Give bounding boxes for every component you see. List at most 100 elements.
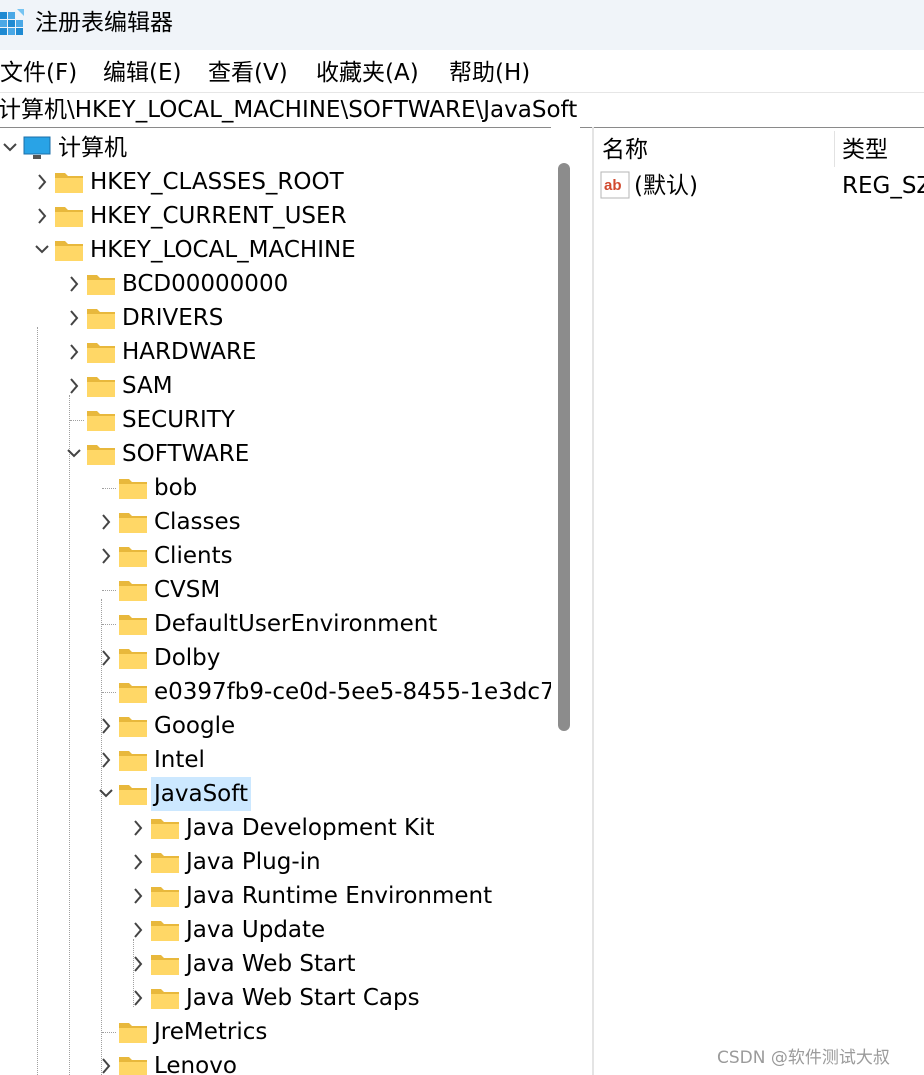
tree-node[interactable]: Java Plug-in <box>0 845 560 879</box>
tree-node-label[interactable]: HKEY_LOCAL_MACHINE <box>87 233 359 267</box>
tree-node-label[interactable]: Java Web Start Caps <box>183 981 423 1015</box>
chevron-right-icon[interactable] <box>128 913 148 947</box>
tree-node[interactable]: Lenovo <box>0 1049 560 1075</box>
folder-icon <box>119 717 147 737</box>
tree-node[interactable]: 计算机 <box>0 131 560 165</box>
tree-node[interactable]: BCD00000000 <box>0 267 560 301</box>
tree-node-label[interactable]: Java Update <box>183 913 328 947</box>
tree-node[interactable]: HKEY_LOCAL_MACHINE <box>0 233 560 267</box>
tree-node-label[interactable]: Google <box>151 709 238 743</box>
tree-node[interactable]: SECURITY <box>0 403 560 437</box>
chevron-right-icon[interactable] <box>64 369 84 403</box>
tree-node[interactable]: Java Runtime Environment <box>0 879 560 913</box>
chevron-right-icon[interactable] <box>128 845 148 879</box>
tree-branch-line <box>70 420 84 421</box>
column-header-name[interactable]: 名称 <box>602 127 648 167</box>
folder-icon <box>119 649 147 669</box>
tree-node-label[interactable]: Clients <box>151 539 236 573</box>
tree-node-label[interactable]: bob <box>151 471 200 505</box>
chevron-down-icon[interactable] <box>32 233 52 267</box>
tree-node[interactable]: HKEY_CURRENT_USER <box>0 199 560 233</box>
tree-node[interactable]: Java Web Start <box>0 947 560 981</box>
tree-node-label[interactable]: JreMetrics <box>151 1015 270 1049</box>
chevron-right-icon[interactable] <box>32 165 52 199</box>
tree-node-label[interactable]: Java Web Start <box>183 947 359 981</box>
tree-node[interactable]: SOFTWARE <box>0 437 560 471</box>
tree-node[interactable]: e0397fb9-ce0d-5ee5-8455-1e3dc7 <box>0 675 560 709</box>
tree-node-label[interactable]: JavaSoft <box>151 777 251 811</box>
tree-node-label[interactable]: Lenovo <box>151 1049 240 1075</box>
tree-node[interactable]: Dolby <box>0 641 560 675</box>
address-path[interactable]: 计算机\HKEY_LOCAL_MACHINE\SOFTWARE\JavaSoft <box>0 94 577 126</box>
tree-node-label[interactable]: HKEY_CLASSES_ROOT <box>87 165 347 199</box>
chevron-down-icon[interactable] <box>0 131 20 165</box>
menu-favorites[interactable]: 收藏夹(A) <box>316 57 419 89</box>
chevron-down-icon[interactable] <box>96 777 116 811</box>
tree-node-label[interactable]: Classes <box>151 505 244 539</box>
menu-help[interactable]: 帮助(H) <box>449 57 530 89</box>
tree-node-label[interactable]: HARDWARE <box>119 335 259 369</box>
tree-node-label[interactable]: 计算机 <box>55 131 130 165</box>
column-header-type[interactable]: 类型 <box>842 127 888 167</box>
folder-icon <box>87 309 115 329</box>
tree-node[interactable]: SAM <box>0 369 560 403</box>
chevron-right-icon[interactable] <box>96 743 116 777</box>
tree-node[interactable]: Java Update <box>0 913 560 947</box>
tree-node[interactable]: Intel <box>0 743 560 777</box>
tree-node-label[interactable]: SAM <box>119 369 176 403</box>
tree-node[interactable]: bob <box>0 471 560 505</box>
tree-node-label[interactable]: Java Plug-in <box>183 845 324 879</box>
chevron-right-icon[interactable] <box>96 1049 116 1075</box>
tree-node[interactable]: Classes <box>0 505 560 539</box>
chevron-right-icon[interactable] <box>128 811 148 845</box>
tree-node[interactable]: DRIVERS <box>0 301 560 335</box>
tree-scrollbar[interactable] <box>551 127 580 1075</box>
tree-node-label[interactable]: DefaultUserEnvironment <box>151 607 440 641</box>
folder-icon <box>151 887 179 907</box>
tree-node-label[interactable]: SECURITY <box>119 403 238 437</box>
menu-view[interactable]: 查看(V) <box>208 57 288 89</box>
tree-node-label[interactable]: Java Runtime Environment <box>183 879 495 913</box>
tree-node[interactable]: JreMetrics <box>0 1015 560 1049</box>
chevron-right-icon[interactable] <box>32 199 52 233</box>
tree-node-label[interactable]: Java Development Kit <box>183 811 438 845</box>
chevron-right-icon[interactable] <box>96 641 116 675</box>
tree-node[interactable]: Java Development Kit <box>0 811 560 845</box>
tree-node[interactable]: Google <box>0 709 560 743</box>
tree-node[interactable]: Java Web Start Caps <box>0 981 560 1015</box>
tree-node-label[interactable]: SOFTWARE <box>119 437 252 471</box>
scrollbar-thumb[interactable] <box>558 163 570 731</box>
tree-node-label[interactable]: HKEY_CURRENT_USER <box>87 199 350 233</box>
tree-node[interactable]: DefaultUserEnvironment <box>0 607 560 641</box>
tree-node[interactable]: Clients <box>0 539 560 573</box>
tree-node-label[interactable]: DRIVERS <box>119 301 226 335</box>
tree-node-label[interactable]: e0397fb9-ce0d-5ee5-8455-1e3dc7 <box>151 675 558 709</box>
tree-node-label[interactable]: BCD00000000 <box>119 267 291 301</box>
tree-node[interactable]: JavaSoft <box>0 777 560 811</box>
chevron-right-icon[interactable] <box>64 335 84 369</box>
chevron-right-icon[interactable] <box>128 879 148 913</box>
tree-node-label[interactable]: Dolby <box>151 641 223 675</box>
tree-node-label[interactable]: CVSM <box>151 573 223 607</box>
menu-file[interactable]: 文件(F) <box>0 57 77 89</box>
chevron-right-icon[interactable] <box>96 709 116 743</box>
chevron-right-icon[interactable] <box>64 267 84 301</box>
tree-node[interactable]: CVSM <box>0 573 560 607</box>
folder-icon <box>55 241 83 261</box>
chevron-right-icon[interactable] <box>96 505 116 539</box>
menu-edit[interactable]: 编辑(E) <box>103 57 181 89</box>
chevron-right-icon[interactable] <box>128 947 148 981</box>
value-name[interactable]: (默认) <box>634 169 698 203</box>
tree-node[interactable]: HARDWARE <box>0 335 560 369</box>
chevron-right-icon[interactable] <box>64 301 84 335</box>
folder-icon <box>151 921 179 941</box>
chevron-right-icon[interactable] <box>128 981 148 1015</box>
address-bar[interactable]: 计算机\HKEY_LOCAL_MACHINE\SOFTWARE\JavaSoft <box>0 92 924 128</box>
menu-bar: 文件(F) 编辑(E) 查看(V) 收藏夹(A) 帮助(H) <box>0 52 924 92</box>
chevron-down-icon[interactable] <box>64 437 84 471</box>
tree-node-label[interactable]: Intel <box>151 743 208 777</box>
column-divider[interactable] <box>834 131 835 167</box>
chevron-right-icon[interactable] <box>96 539 116 573</box>
tree-node[interactable]: HKEY_CLASSES_ROOT <box>0 165 560 199</box>
value-type[interactable]: REG_SZ <box>842 169 924 203</box>
